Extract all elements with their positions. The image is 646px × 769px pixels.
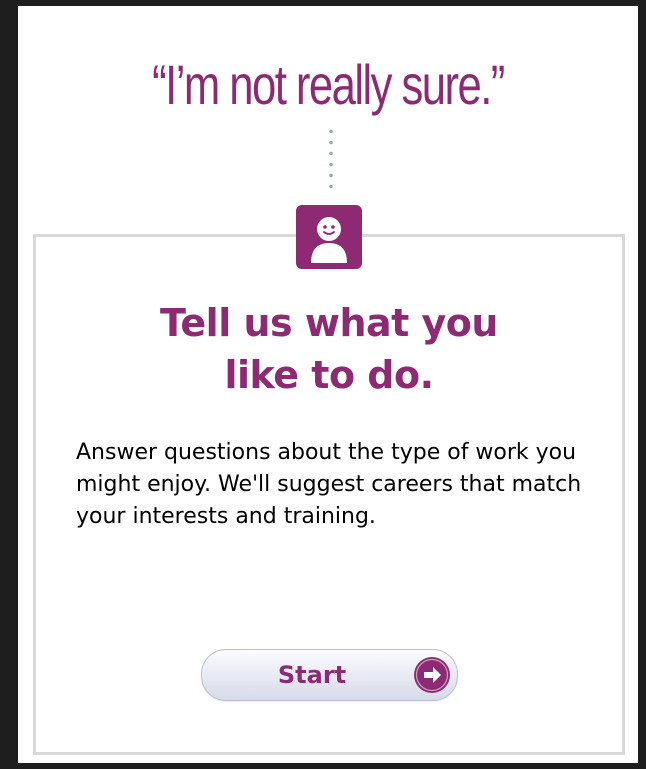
content-panel: “I’m not really sure.” Tell us what you … [18, 6, 638, 763]
card-headline: Tell us what you like to do. [36, 297, 622, 401]
card-description: Answer questions about the type of work … [76, 440, 582, 529]
dotted-connector [328, 126, 334, 192]
start-button[interactable]: Start [201, 649, 458, 701]
headline-line-2: like to do. [224, 353, 434, 397]
start-button-label: Start [277, 661, 347, 689]
headline-line-1: Tell us what you [160, 301, 498, 345]
arrow-right-circle-icon [414, 657, 450, 693]
quote-title: “I’m not really sure.” [152, 53, 505, 116]
interest-card: Tell us what you like to do. Answer ques… [33, 234, 625, 755]
person-face-icon [296, 205, 362, 269]
